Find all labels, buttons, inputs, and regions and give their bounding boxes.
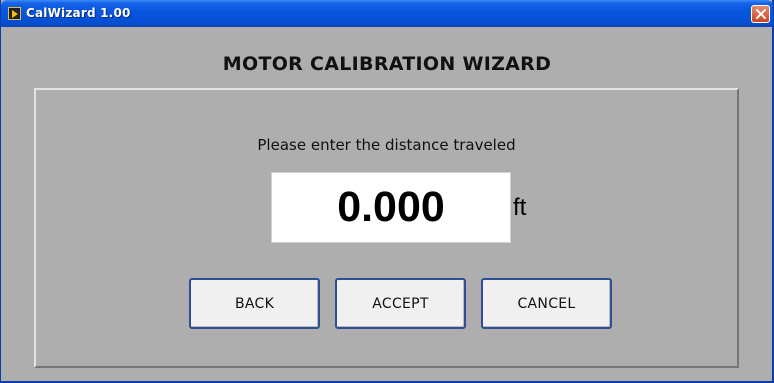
close-icon [755, 9, 766, 19]
window-title: CalWizard 1.00 [26, 6, 131, 20]
title-bar[interactable]: CalWizard 1.00 [1, 0, 773, 27]
distance-prompt: Please enter the distance traveled [257, 136, 516, 154]
distance-input[interactable]: 0.000 [271, 172, 511, 243]
calibration-panel: Please enter the distance traveled 0.000… [34, 88, 739, 368]
accept-button[interactable]: ACCEPT [335, 278, 466, 329]
calwizard-window: CalWizard 1.00 MOTOR CALIBRATION WIZARD … [0, 0, 774, 383]
cancel-button[interactable]: CANCEL [481, 278, 612, 329]
distance-value[interactable]: 0.000 [337, 183, 445, 232]
wizard-heading: MOTOR CALIBRATION WIZARD [222, 53, 552, 75]
back-button[interactable]: BACK [189, 278, 320, 329]
unit-label: ft [513, 194, 527, 221]
close-button[interactable] [751, 5, 770, 23]
app-icon[interactable] [8, 7, 21, 20]
